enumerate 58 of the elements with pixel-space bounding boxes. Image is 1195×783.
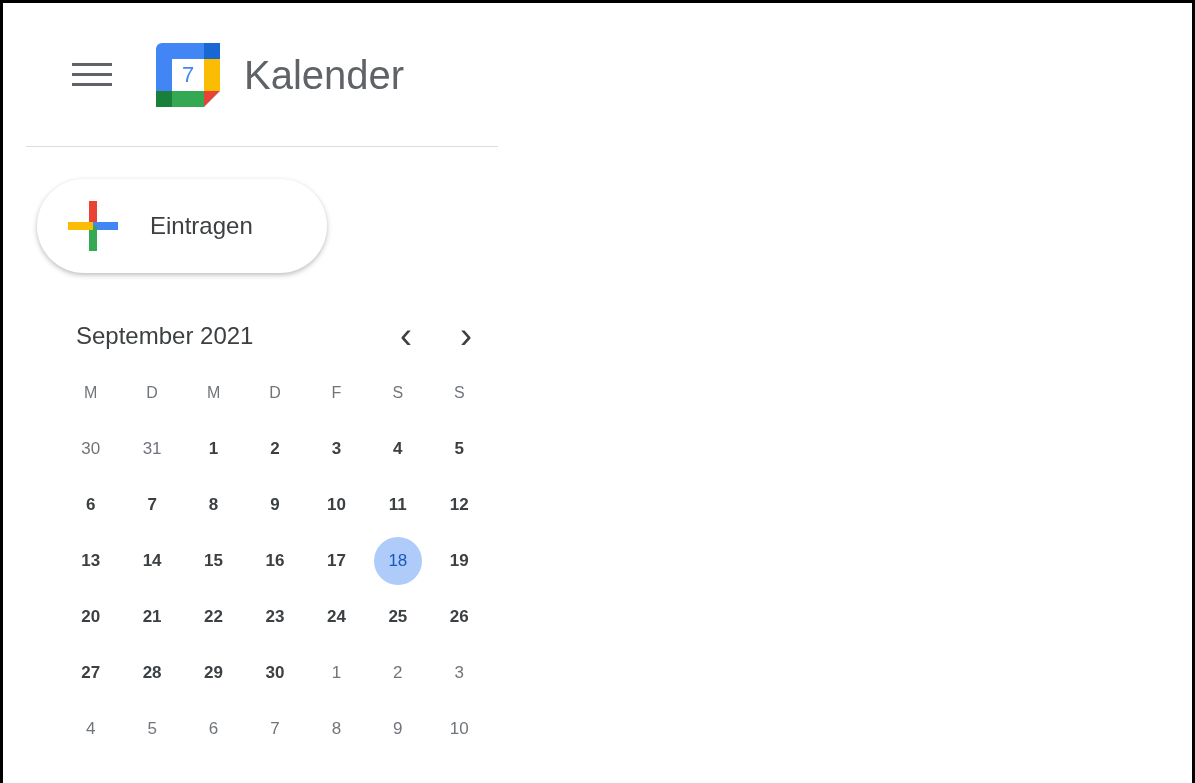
- day-button[interactable]: 2: [373, 649, 422, 697]
- day-button[interactable]: 14: [128, 537, 177, 585]
- day-button[interactable]: 10: [435, 705, 484, 753]
- day-button[interactable]: 3: [435, 649, 484, 697]
- day-button[interactable]: 28: [128, 649, 177, 697]
- plus-icon: [68, 201, 118, 251]
- next-month-button[interactable]: ›: [442, 312, 490, 360]
- day-button[interactable]: 7: [128, 481, 177, 529]
- day-button[interactable]: 11: [373, 481, 422, 529]
- day-button[interactable]: 21: [128, 593, 177, 641]
- day-button[interactable]: 27: [66, 649, 115, 697]
- calendar-logo-icon: [156, 42, 220, 107]
- day-button[interactable]: 2: [251, 425, 299, 473]
- day-button[interactable]: 1: [312, 649, 361, 697]
- day-button[interactable]: 17: [312, 537, 361, 585]
- day-button[interactable]: 4: [66, 705, 115, 753]
- day-button[interactable]: 15: [189, 537, 238, 585]
- day-button[interactable]: 23: [251, 593, 299, 641]
- weekday-label: D: [269, 383, 281, 403]
- day-button[interactable]: 30: [251, 649, 299, 697]
- day-button[interactable]: 6: [189, 705, 238, 753]
- month-title: September 2021: [76, 321, 255, 351]
- day-button[interactable]: 5: [435, 425, 484, 473]
- day-button[interactable]: 13: [66, 537, 115, 585]
- day-button[interactable]: 22: [189, 593, 238, 641]
- weekday-label: F: [331, 383, 342, 403]
- day-button[interactable]: 18: [373, 537, 422, 585]
- weekday-label: D: [146, 383, 158, 403]
- weekday-label: M: [84, 383, 98, 403]
- day-button[interactable]: 8: [189, 481, 238, 529]
- weekday-label: S: [453, 383, 465, 403]
- day-button[interactable]: 8: [312, 705, 361, 753]
- day-button[interactable]: 24: [312, 593, 361, 641]
- day-button[interactable]: 26: [435, 593, 484, 641]
- day-button[interactable]: 4: [373, 425, 422, 473]
- app-title: Kalender: [244, 51, 405, 99]
- day-button[interactable]: 10: [312, 481, 361, 529]
- day-button[interactable]: 1: [189, 425, 238, 473]
- day-button[interactable]: 9: [373, 705, 422, 753]
- menu-icon[interactable]: [72, 61, 112, 88]
- day-button[interactable]: 12: [435, 481, 484, 529]
- logo-day: 7: [172, 58, 204, 91]
- day-button[interactable]: 20: [66, 593, 115, 641]
- day-button[interactable]: 25: [373, 593, 422, 641]
- create-button[interactable]: Eintragen: [37, 179, 327, 273]
- previous-month-button[interactable]: ‹: [382, 312, 430, 360]
- day-button[interactable]: 3: [312, 425, 361, 473]
- day-button[interactable]: 16: [251, 537, 299, 585]
- day-button[interactable]: 6: [66, 481, 115, 529]
- day-button[interactable]: 5: [128, 705, 177, 753]
- day-button[interactable]: 29: [189, 649, 238, 697]
- day-button[interactable]: 9: [251, 481, 299, 529]
- weekday-label: S: [392, 383, 404, 403]
- day-button[interactable]: 30: [66, 425, 115, 473]
- day-button[interactable]: 19: [435, 537, 484, 585]
- weekday-label: M: [206, 383, 221, 403]
- day-button[interactable]: 31: [128, 425, 177, 473]
- day-button[interactable]: 7: [251, 705, 299, 753]
